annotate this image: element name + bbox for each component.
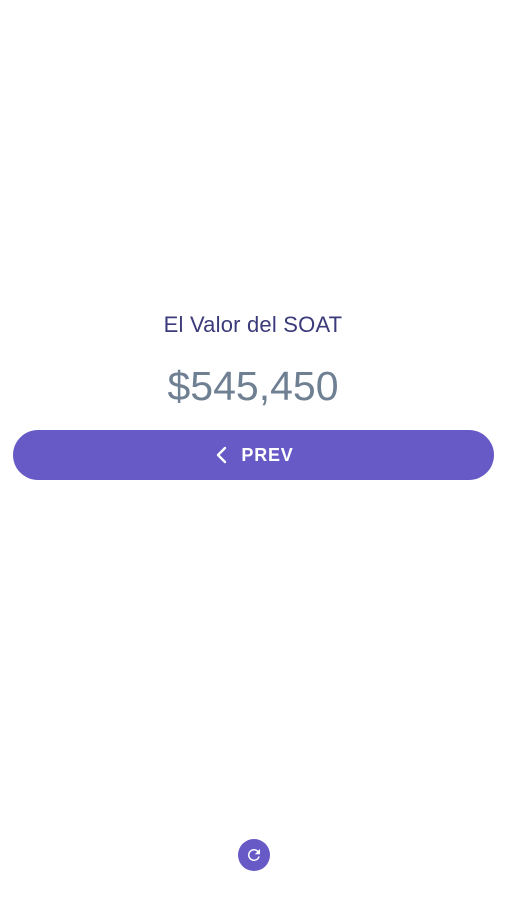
prev-button-label: PREV: [241, 444, 294, 465]
prev-button[interactable]: PREV: [13, 430, 494, 480]
chevron-left-icon: [213, 444, 229, 466]
soat-price: $545,450: [167, 363, 339, 409]
refresh-button[interactable]: [238, 839, 270, 871]
soat-summary: El Valor del SOAT $545,450: [0, 308, 506, 410]
soat-value-label: El Valor del SOAT: [163, 312, 343, 337]
refresh-icon: [245, 846, 263, 864]
